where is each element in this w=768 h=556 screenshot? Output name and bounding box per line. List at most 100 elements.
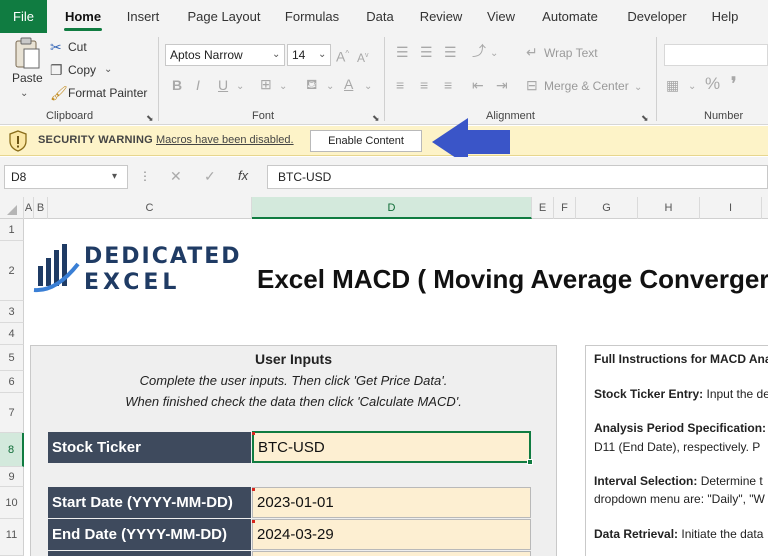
paste-label[interactable]: Paste [12,71,43,85]
tab-data[interactable]: Data [358,0,402,33]
end-date-input[interactable]: 2024-03-29 [252,519,531,550]
stock-ticker-input[interactable]: BTC-USD [252,431,531,463]
column-header[interactable]: H [638,197,700,219]
column-header[interactable]: A [24,197,34,219]
row-header[interactable]: 3 [0,301,24,323]
column-header[interactable]: I [700,197,762,219]
format-painter-icon[interactable]: 🖌 [50,84,68,102]
percent-style-button[interactable]: % [705,75,720,93]
row-header[interactable]: 2 [0,241,24,301]
italic-icon[interactable]: I [196,76,200,94]
cut-icon[interactable]: ✂ [50,38,62,56]
comment-indicator [252,432,255,435]
merge-center-icon[interactable]: ⊟ [526,76,538,94]
cut-button[interactable]: Cut [68,40,87,54]
format-painter-button[interactable]: Format Painter [68,86,147,100]
column-header[interactable]: C [48,197,252,219]
orientation-dropdown-icon[interactable]: ⌄ [490,45,498,63]
tab-review[interactable]: Review [412,0,470,33]
increase-font-icon[interactable]: A^ [336,45,349,66]
select-all-corner[interactable] [0,197,24,219]
bold-icon[interactable]: B [172,76,182,94]
column-header[interactable]: F [554,197,576,219]
font-color-icon[interactable]: A [344,75,353,93]
row-header[interactable]: 5 [0,345,24,371]
borders-icon[interactable]: ⊞ [260,75,272,93]
next-field-input[interactable] [252,551,531,556]
copy-dropdown-icon[interactable]: ⌄ [104,61,112,79]
name-box[interactable]: D8 [4,165,128,189]
underline-dropdown-icon[interactable]: ⌄ [236,78,244,96]
accounting-format-icon[interactable]: ▦ [666,76,679,94]
copy-button[interactable]: Copy [68,63,96,77]
decrease-font-icon[interactable]: Av [357,47,369,67]
row-header-selected[interactable]: 8 [0,433,24,467]
tab-view[interactable]: View [479,0,523,33]
align-bottom-icon[interactable]: ☰ [444,43,457,61]
tab-file[interactable]: File [0,0,47,33]
instruction-data-retrieval: Data Retrieval: Initiate the data [594,527,763,541]
paste-dropdown-icon[interactable]: ⌄ [20,85,28,103]
formula-bar: D8 ▾ ⋮ ✕ ✓ fx BTC-USD [0,157,768,197]
font-size-dropdown-icon[interactable]: ⌄ [318,46,326,64]
fill-color-icon[interactable]: ⛾ [306,75,317,93]
fill-handle[interactable] [527,459,533,465]
column-header[interactable]: E [532,197,554,219]
tab-insert[interactable]: Insert [117,0,169,33]
paste-icon[interactable] [12,37,42,71]
orientation-icon[interactable]: ⤴ [472,42,486,60]
accounting-dropdown-icon[interactable]: ⌄ [688,78,696,96]
number-format-select[interactable] [664,44,768,66]
enable-content-button[interactable]: Enable Content [310,130,422,152]
font-color-dropdown-icon[interactable]: ⌄ [364,78,372,96]
align-right-icon[interactable]: ≡ [444,76,452,94]
tab-automate[interactable]: Automate [532,0,608,33]
cancel-entry-icon[interactable]: ✕ [170,167,182,185]
align-left-icon[interactable]: ≡ [396,76,404,94]
column-header[interactable]: G [576,197,638,219]
font-launcher-icon[interactable]: ⬊ [372,109,380,127]
merge-center-dropdown-icon[interactable]: ⌄ [634,79,642,97]
tab-help[interactable]: Help [705,0,745,33]
align-center-icon[interactable]: ≡ [420,76,428,94]
align-top-icon[interactable]: ☰ [396,43,409,61]
start-date-input[interactable]: 2023-01-01 [252,487,531,518]
font-name-select[interactable]: Aptos Narrow [165,44,285,66]
borders-dropdown-icon[interactable]: ⌄ [279,78,287,96]
wrap-text-icon[interactable]: ↵ [526,43,538,61]
decrease-indent-icon[interactable]: ⇤ [472,76,484,94]
formula-input[interactable]: BTC-USD [267,165,768,189]
row-header[interactable]: 4 [0,323,24,345]
instruction-period-text: D11 (End Date), respectively. P [594,440,761,454]
align-middle-icon[interactable]: ☰ [420,43,433,61]
increase-indent-icon[interactable]: ⇥ [496,76,508,94]
user-inputs-title: User Inputs [254,351,332,367]
row-header[interactable]: 10 [0,487,24,519]
fill-color-dropdown-icon[interactable]: ⌄ [326,78,334,96]
wrap-text-button[interactable]: Wrap Text [544,46,598,60]
column-header[interactable]: B [34,197,48,219]
more-options-icon[interactable]: ⋮ [139,167,151,185]
alignment-launcher-icon[interactable]: ⬊ [641,109,649,127]
font-name-dropdown-icon[interactable]: ⌄ [272,46,280,64]
name-box-dropdown-icon[interactable]: ▾ [112,168,117,186]
row-header[interactable]: 1 [0,219,24,241]
row-header[interactable]: 11 [0,519,24,556]
comma-style-icon[interactable]: ❜ [731,75,736,93]
column-header-selected[interactable]: D [252,197,532,219]
tab-formulas[interactable]: Formulas [278,0,346,33]
insert-function-button[interactable]: fx [238,167,248,185]
copy-icon[interactable]: ❐ [50,61,63,79]
row-header[interactable]: 9 [0,467,24,487]
tab-developer[interactable]: Developer [618,0,696,33]
underline-icon[interactable]: U [218,76,228,94]
merge-center-button[interactable]: Merge & Center [544,79,629,93]
row-header[interactable]: 7 [0,393,24,433]
tab-page-layout[interactable]: Page Layout [180,0,268,33]
clipboard-launcher-icon[interactable]: ⬊ [146,109,154,127]
number-group-label: Number [704,110,744,122]
row-header[interactable]: 6 [0,371,24,393]
macros-disabled-link[interactable]: Macros have been disabled. [156,134,294,146]
font-group-label: Font [252,110,275,122]
confirm-entry-icon[interactable]: ✓ [204,167,216,185]
